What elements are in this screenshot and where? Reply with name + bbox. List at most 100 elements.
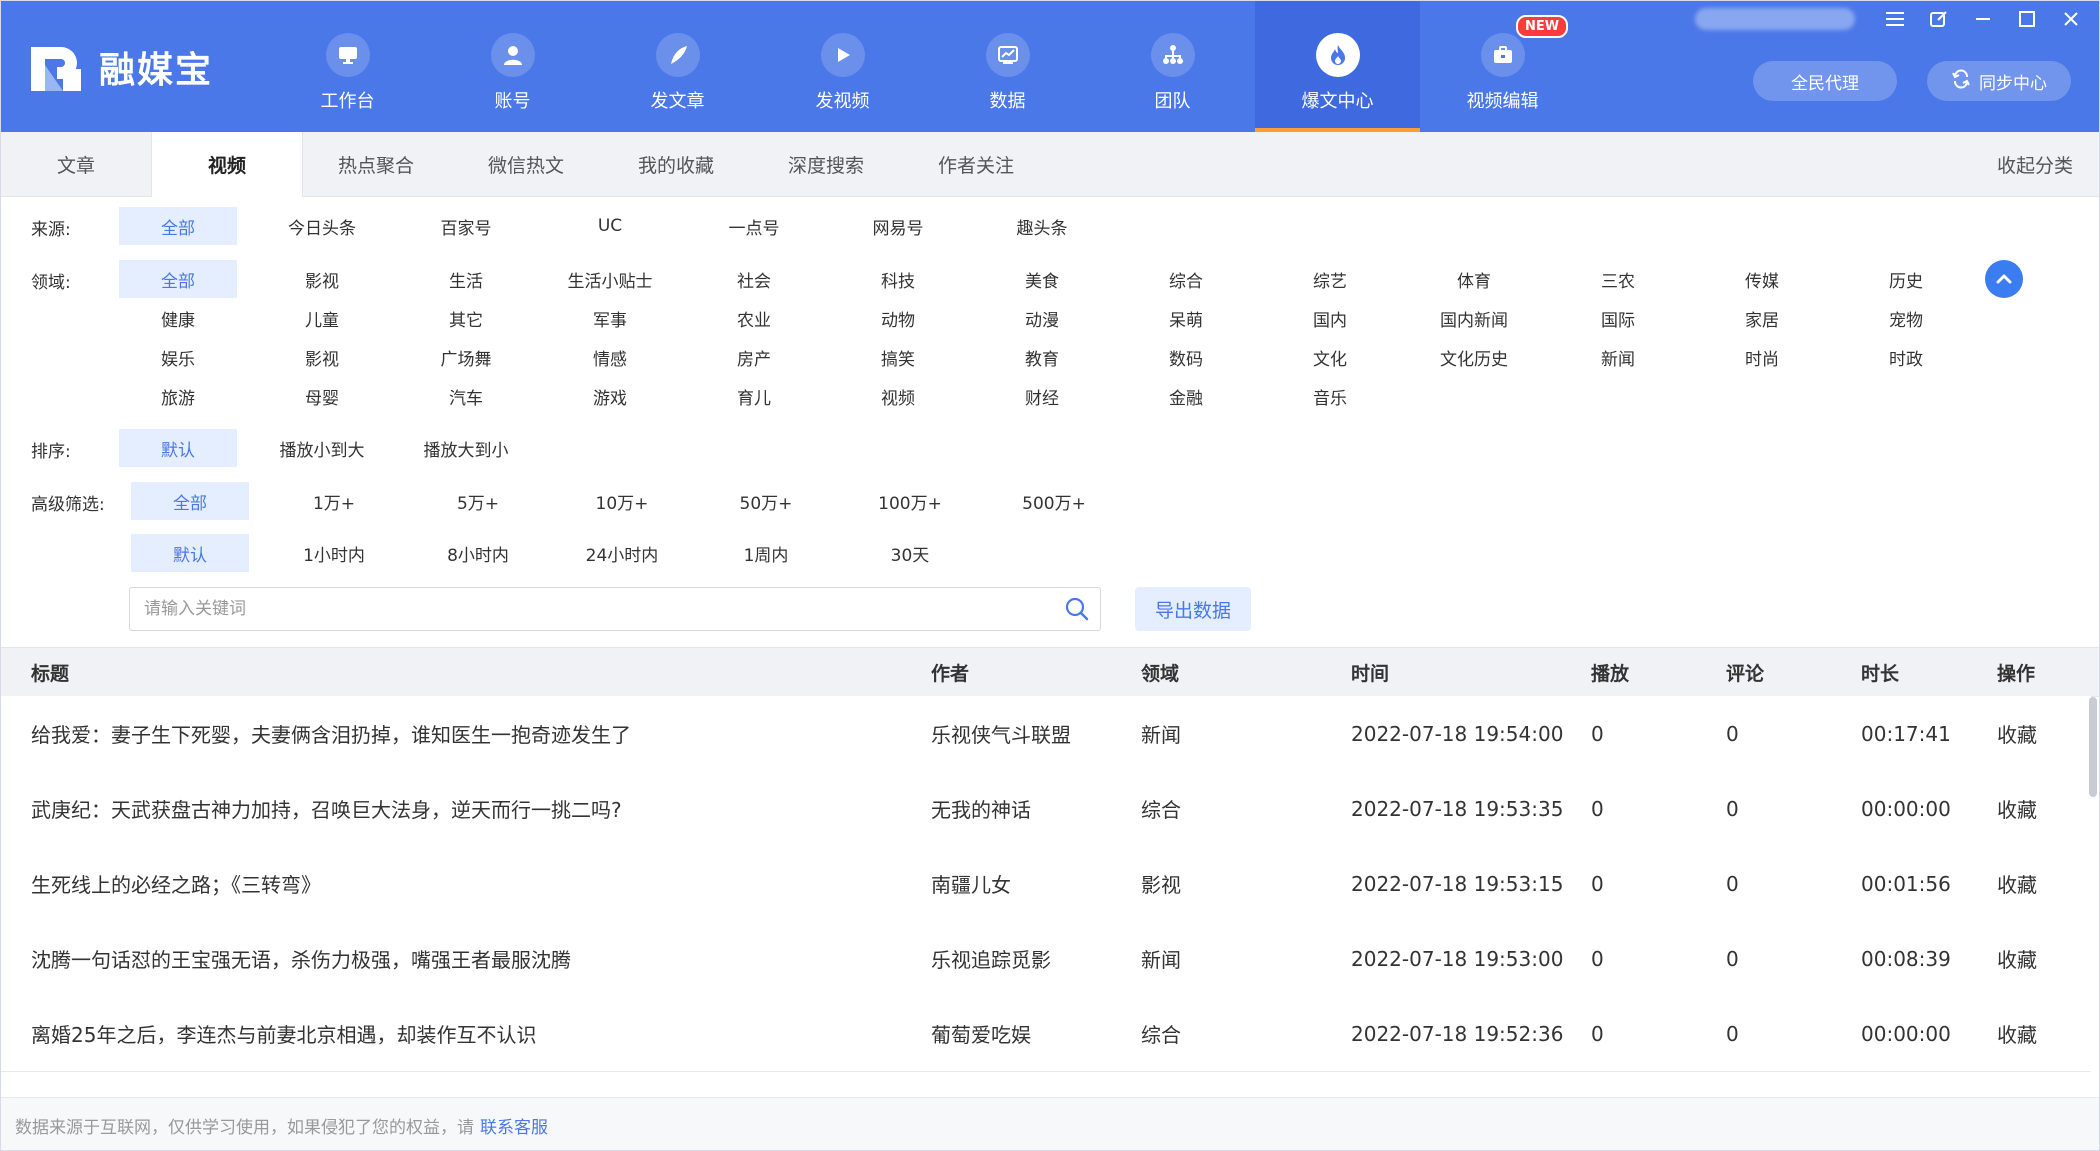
domain-option[interactable]: 时尚 xyxy=(1703,338,1821,376)
tab-deep-search[interactable]: 深度搜索 xyxy=(751,132,901,196)
nav-team[interactable]: 团队 xyxy=(1090,1,1255,132)
agent-button[interactable]: 全民代理 xyxy=(1753,61,1897,101)
plays-option[interactable]: 50万+ xyxy=(707,482,825,520)
domain-option[interactable]: 国际 xyxy=(1559,299,1677,337)
domain-option[interactable]: 综合 xyxy=(1127,260,1245,298)
collect-button[interactable]: 收藏 xyxy=(1997,771,2037,846)
domain-option[interactable]: 科技 xyxy=(839,260,957,298)
col-author[interactable]: 作者 xyxy=(931,648,969,696)
tab-article[interactable]: 文章 xyxy=(1,132,151,196)
domain-option[interactable]: 全部 xyxy=(119,260,237,298)
domain-option[interactable]: 动漫 xyxy=(983,299,1101,337)
source-option[interactable]: 全部 xyxy=(119,207,237,245)
domain-option[interactable]: 搞笑 xyxy=(839,338,957,376)
nav-hot-articles[interactable]: 爆文中心 xyxy=(1255,1,1420,132)
plays-option[interactable]: 5万+ xyxy=(419,482,537,520)
close-icon[interactable] xyxy=(2059,7,2083,31)
tab-wechat-hot[interactable]: 微信热文 xyxy=(451,132,601,196)
tab-video[interactable]: 视频 xyxy=(151,132,303,197)
keyword-search-input[interactable] xyxy=(142,588,1046,630)
domain-option[interactable]: 美食 xyxy=(983,260,1101,298)
domain-option[interactable]: 呆萌 xyxy=(1127,299,1245,337)
domain-option[interactable]: 文化历史 xyxy=(1415,338,1533,376)
nav-workbench[interactable]: 工作台 xyxy=(265,1,430,132)
cell-title[interactable]: 武庚纪：天武获盘古神力加持，召唤巨大法身，逆天而行一挑二吗? xyxy=(31,771,622,846)
sort-option[interactable]: 默认 xyxy=(119,429,237,467)
sync-center-button[interactable]: 同步中心 xyxy=(1927,61,2071,101)
time-option[interactable]: 24小时内 xyxy=(563,534,681,572)
plays-option[interactable]: 10万+ xyxy=(563,482,681,520)
menu-icon[interactable] xyxy=(1883,7,1907,31)
plays-option[interactable]: 全部 xyxy=(131,482,249,520)
cell-title[interactable]: 给我爱：妻子生下死婴，夫妻俩含泪扔掉，谁知医生一抱奇迹发生了 xyxy=(31,696,631,771)
source-option[interactable]: 今日头条 xyxy=(263,207,381,245)
cell-author[interactable]: 乐视侠气斗联盟 xyxy=(931,696,1071,771)
domain-option[interactable]: 国内新闻 xyxy=(1415,299,1533,337)
domain-option[interactable]: 动物 xyxy=(839,299,957,337)
search-icon[interactable] xyxy=(1064,596,1090,622)
domain-option[interactable]: 金融 xyxy=(1127,377,1245,415)
sort-option[interactable]: 播放大到小 xyxy=(407,429,525,467)
domain-option[interactable]: 音乐 xyxy=(1271,377,1389,415)
nav-post-video[interactable]: 发视频 xyxy=(760,1,925,132)
col-title[interactable]: 标题 xyxy=(31,648,69,696)
cell-author[interactable]: 南疆儿女 xyxy=(931,846,1011,921)
collect-button[interactable]: 收藏 xyxy=(1997,921,2037,996)
domain-option[interactable]: 社会 xyxy=(695,260,813,298)
domain-option[interactable]: 数码 xyxy=(1127,338,1245,376)
domain-option[interactable]: 传媒 xyxy=(1703,260,1821,298)
domain-option[interactable]: 家居 xyxy=(1703,299,1821,337)
cell-title[interactable]: 生死线上的必经之路；《三转弯》 xyxy=(31,846,321,921)
domain-option[interactable]: 视频 xyxy=(839,377,957,415)
col-time[interactable]: 时间 xyxy=(1351,648,1389,696)
user-account-blurred[interactable] xyxy=(1695,8,1855,30)
domain-option[interactable]: 育儿 xyxy=(695,377,813,415)
domain-option[interactable]: 时政 xyxy=(1847,338,1965,376)
domain-option[interactable]: 其它 xyxy=(407,299,525,337)
table-scrollbar[interactable] xyxy=(2089,697,2097,797)
cell-author[interactable]: 乐视追踪觅影 xyxy=(931,921,1051,996)
source-option[interactable]: 趣头条 xyxy=(983,207,1101,245)
nav-data[interactable]: 数据 xyxy=(925,1,1090,132)
contact-support-link[interactable]: 联系客服 xyxy=(480,1113,548,1138)
domain-option[interactable]: 三农 xyxy=(1559,260,1677,298)
domain-option[interactable]: 生活 xyxy=(407,260,525,298)
collect-button[interactable]: 收藏 xyxy=(1997,696,2037,771)
domain-option[interactable]: 游戏 xyxy=(551,377,669,415)
domain-option[interactable]: 影视 xyxy=(263,338,381,376)
plays-option[interactable]: 500万+ xyxy=(995,482,1113,520)
maximize-icon[interactable] xyxy=(2015,7,2039,31)
source-option[interactable]: UC xyxy=(551,207,669,245)
tab-author-follow[interactable]: 作者关注 xyxy=(901,132,1051,196)
domain-option[interactable]: 财经 xyxy=(983,377,1101,415)
nav-video-edit[interactable]: 视频编辑 NEW xyxy=(1420,1,1585,132)
domain-option[interactable]: 旅游 xyxy=(119,377,237,415)
cell-author[interactable]: 无我的神话 xyxy=(931,771,1031,846)
edit-icon[interactable] xyxy=(1927,7,1951,31)
tab-my-favorites[interactable]: 我的收藏 xyxy=(601,132,751,196)
minimize-icon[interactable] xyxy=(1971,7,1995,31)
time-option[interactable]: 30天 xyxy=(851,534,969,572)
time-option[interactable]: 1小时内 xyxy=(275,534,393,572)
plays-option[interactable]: 100万+ xyxy=(851,482,969,520)
cell-title[interactable]: 沈腾一句话怼的王宝强无语，杀伤力极强，嘴强王者最服沈腾 xyxy=(31,921,571,996)
nav-post-article[interactable]: 发文章 xyxy=(595,1,760,132)
time-option[interactable]: 1周内 xyxy=(707,534,825,572)
source-option[interactable]: 一点号 xyxy=(695,207,813,245)
source-option[interactable]: 百家号 xyxy=(407,207,525,245)
tab-hot-aggregation[interactable]: 热点聚合 xyxy=(301,132,451,196)
domain-option[interactable]: 情感 xyxy=(551,338,669,376)
time-option[interactable]: 8小时内 xyxy=(419,534,537,572)
domain-option[interactable]: 儿童 xyxy=(263,299,381,337)
domain-option[interactable]: 宠物 xyxy=(1847,299,1965,337)
export-data-button[interactable]: 导出数据 xyxy=(1135,587,1251,631)
domain-option[interactable]: 母婴 xyxy=(263,377,381,415)
nav-account[interactable]: 账号 xyxy=(430,1,595,132)
domain-option[interactable]: 文化 xyxy=(1271,338,1389,376)
col-plays[interactable]: 播放 xyxy=(1591,648,1629,696)
domain-option[interactable]: 军事 xyxy=(551,299,669,337)
domain-option[interactable]: 新闻 xyxy=(1559,338,1677,376)
domain-option[interactable]: 房产 xyxy=(695,338,813,376)
domain-option[interactable]: 历史 xyxy=(1847,260,1965,298)
domain-option[interactable]: 汽车 xyxy=(407,377,525,415)
